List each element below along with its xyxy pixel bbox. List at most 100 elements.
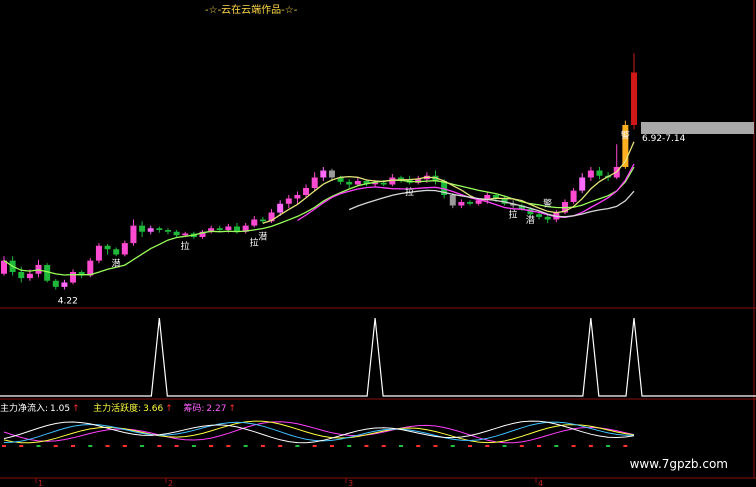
candle-body	[113, 249, 120, 255]
signal-marks: 潜拉 拉潜拉拉潜警警4.22	[58, 129, 630, 306]
flow-bar	[88, 445, 93, 447]
candle-body	[596, 170, 603, 176]
price-highlight-box	[641, 122, 754, 134]
flow-bar	[105, 445, 110, 447]
flow-bar	[295, 445, 300, 447]
candle-body	[139, 225, 146, 232]
signal-mark-8: 警	[543, 198, 552, 210]
spike-oscillator	[0, 317, 756, 397]
candle-body	[26, 273, 33, 279]
candle-body	[259, 219, 266, 222]
candle-body	[579, 177, 586, 191]
flow-bar	[588, 445, 593, 447]
chip-value: 2.27	[206, 404, 227, 414]
chip-arrow: ↑	[228, 404, 236, 414]
candle-body	[182, 233, 189, 236]
flow-bar	[571, 445, 576, 447]
net-inflow-arrow: ↑	[72, 404, 80, 414]
candle-body	[156, 228, 163, 230]
candle-body	[18, 272, 25, 279]
candle-body	[130, 225, 137, 244]
candle-body	[173, 231, 180, 236]
flow-bar	[364, 445, 369, 447]
flow-bar	[226, 445, 231, 447]
flow-bar	[329, 445, 334, 447]
candle-body	[536, 214, 543, 217]
flow-bar	[433, 445, 438, 447]
chip-label: 筹码:	[183, 404, 205, 414]
candle-body	[320, 170, 327, 178]
candle-body	[380, 182, 387, 185]
price-label: 6.92	[642, 134, 663, 144]
candle-body	[467, 202, 474, 204]
candle-body	[449, 195, 456, 206]
low-price-label: 4.22	[58, 297, 78, 307]
flow-bar	[623, 445, 628, 447]
candle-body	[164, 230, 171, 232]
candle-body	[70, 272, 77, 283]
flow-bar	[450, 445, 455, 447]
flow-bar	[606, 445, 611, 447]
ma-yellow-line	[262, 141, 635, 224]
candle-body	[277, 203, 284, 213]
candle-body	[303, 188, 310, 195]
flow-bar	[381, 445, 386, 447]
candle-body	[147, 228, 154, 232]
candle-body	[225, 226, 232, 230]
flow-bar	[209, 445, 214, 447]
flow-bar	[347, 445, 352, 447]
candle-body	[458, 202, 465, 206]
indicator-readout: 主力净流入: 1.05 ↑ 主力活跃度: 3.66 ↑ 筹码: 2.27 ↑	[0, 401, 238, 414]
activity-label: 主力活跃度:	[93, 404, 142, 414]
signal-mark-7: 潜	[526, 214, 535, 226]
signal-mark-2: 拉	[181, 240, 190, 252]
flow-bar	[19, 445, 24, 447]
candle-body	[570, 190, 577, 202]
candle-body	[104, 245, 111, 250]
flow-bar	[485, 445, 490, 447]
activity-value: 3.66	[143, 404, 164, 414]
chart-title: -☆-云在云端作品-☆-	[205, 5, 298, 16]
signal-mark-9: 警	[621, 129, 630, 141]
axis-tick-label-2: 2	[168, 479, 173, 487]
flow-bar	[122, 445, 127, 447]
net-inflow-label: 主力净流入:	[0, 404, 49, 414]
flow-bar	[174, 445, 179, 447]
candle-body	[87, 260, 94, 276]
axis-tick-label-1: 1	[38, 479, 43, 487]
flow-bar	[157, 445, 162, 447]
flow-bar	[519, 445, 524, 447]
signal-mark-5: 拉	[405, 186, 414, 198]
candle-body	[285, 198, 292, 204]
flow-bar	[71, 445, 76, 447]
price-tag: 6.92-7.14	[642, 134, 686, 144]
flow-bar	[537, 445, 542, 447]
flow-bar	[243, 445, 248, 447]
candle-body	[631, 72, 637, 125]
price-label-2: 7.14	[665, 134, 686, 144]
candle-body	[52, 280, 59, 287]
candle-body	[95, 245, 102, 261]
candle-body	[397, 177, 404, 180]
flow-bar	[36, 445, 41, 447]
candle-body	[544, 216, 551, 220]
indicator-wave-3	[3, 421, 635, 443]
flow-bar	[502, 445, 507, 447]
site-watermark: www.7gpzb.com	[629, 457, 728, 471]
flow-bar	[53, 445, 58, 447]
flow-bar	[140, 445, 145, 447]
candle-body	[311, 177, 318, 188]
signal-mark-4: 潜	[258, 230, 267, 242]
flow-bar	[468, 445, 473, 447]
flow-bar	[278, 445, 283, 447]
candle-body	[354, 181, 361, 185]
net-inflow-value: 1.05	[50, 404, 71, 414]
candle-body	[216, 228, 223, 230]
candle-body	[61, 282, 68, 287]
candle-body	[121, 243, 128, 255]
flow-bar	[416, 445, 421, 447]
candlestick-series	[1, 53, 637, 290]
axis-tick-label-4: 4	[538, 479, 543, 487]
axis-tick-label-3: 3	[348, 479, 353, 487]
flow-bar	[312, 445, 317, 447]
